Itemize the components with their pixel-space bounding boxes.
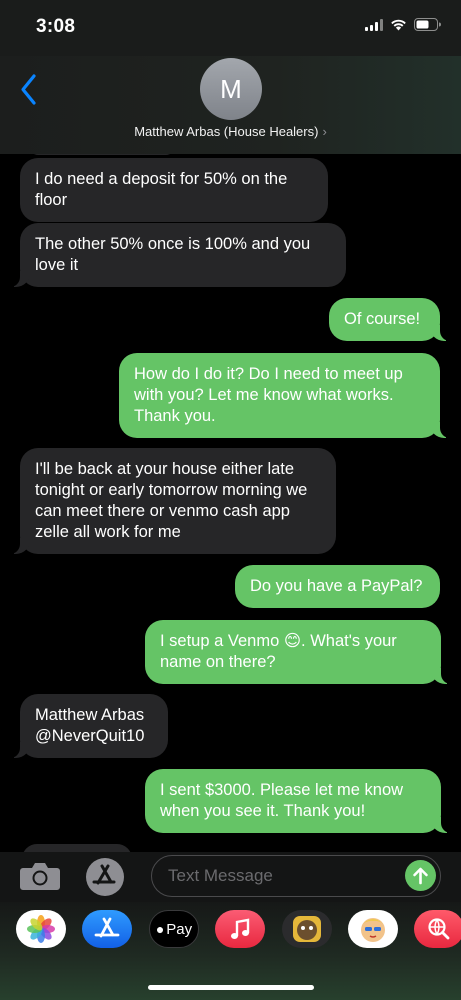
web-search-app-button[interactable]: [414, 910, 461, 948]
wifi-icon: [391, 19, 406, 31]
app-store-button[interactable]: [85, 857, 125, 897]
home-indicator[interactable]: [148, 985, 314, 990]
apple-icon: ●: [155, 921, 165, 937]
conversation-header: M Matthew Arbas (House Healers) ›: [0, 56, 461, 154]
message-text: I do need a deposit for 50% on the floor: [35, 170, 288, 209]
arrow-up-icon: [413, 867, 428, 885]
message-text: The other 50% once is 100% and you love …: [35, 235, 311, 274]
apple-pay-app-button[interactable]: ● Pay: [149, 910, 199, 948]
text-message-field[interactable]: [151, 855, 441, 897]
contact-avatar[interactable]: M: [200, 58, 262, 120]
message-input-bar: [0, 852, 461, 902]
music-app-button[interactable]: [215, 910, 265, 948]
status-bar: 3:08: [0, 0, 461, 56]
message-text: Of course!: [344, 310, 421, 328]
memoji-icon: [293, 916, 321, 942]
camera-icon: [20, 863, 60, 890]
globe-search-icon: [428, 918, 450, 940]
message-bubble-outgoing[interactable]: How do I do it? Do I need to meet up wit…: [119, 353, 452, 438]
contact-name-button[interactable]: Matthew Arbas (House Healers) ›: [0, 124, 461, 139]
app-store-icon: [94, 917, 120, 938]
message-text: Do you have a PayPal?: [250, 577, 423, 595]
avatar-initial: M: [220, 73, 242, 104]
back-button[interactable]: [14, 70, 44, 110]
message-text: I setup a Venmo 😊. What's your name on t…: [160, 632, 397, 671]
message-text: I'll be back at your house either late t…: [35, 460, 308, 541]
message-bubble-outgoing[interactable]: I sent $3000. Please let me know when yo…: [145, 769, 453, 833]
memoji-stickers-app-button[interactable]: [348, 910, 398, 948]
app-store-icon: [86, 858, 124, 896]
message-bubble-incoming[interactable]: I'll be back at your house either late t…: [8, 448, 336, 554]
cellular-signal-icon: [365, 18, 383, 31]
camera-button[interactable]: [19, 860, 61, 892]
contact-name: Matthew Arbas (House Healers): [134, 124, 319, 139]
send-button[interactable]: [405, 860, 436, 891]
message-bubble-outgoing[interactable]: I setup a Venmo 😊. What's your name on t…: [145, 620, 453, 684]
status-icons: [365, 18, 441, 31]
message-text: How do I do it? Do I need to meet up wit…: [134, 365, 403, 425]
chevron-right-icon: ›: [322, 124, 327, 139]
photos-icon: [27, 915, 55, 943]
apple-pay-label: Pay: [166, 920, 193, 938]
message-bubble-outgoing[interactable]: Of course!: [329, 298, 452, 341]
memoji-app-button[interactable]: [282, 910, 332, 948]
battery-icon: [414, 18, 441, 31]
chevron-left-icon: [21, 74, 36, 105]
status-time: 3:08: [36, 16, 76, 37]
message-text: Matthew Arbas @NeverQuit10: [35, 706, 145, 745]
music-note-icon: [231, 918, 250, 939]
memoji-stickers-icon: [361, 918, 385, 942]
message-bubble-outgoing[interactable]: Do you have a PayPal?: [235, 565, 440, 608]
message-bubble-incoming[interactable]: The other 50% once is 100% and you love …: [8, 223, 346, 287]
message-bubble-incoming[interactable]: I do need a deposit for 50% on the floor: [20, 158, 328, 222]
message-text: I sent $3000. Please let me know when yo…: [160, 781, 404, 820]
photos-app-button[interactable]: [16, 910, 66, 948]
text-message-input[interactable]: [168, 856, 398, 895]
partial-message-bubble: [28, 154, 176, 155]
partial-message-bubble: [22, 844, 132, 852]
app-store-app-button[interactable]: [82, 910, 132, 948]
message-bubble-incoming[interactable]: Matthew Arbas @NeverQuit10: [8, 694, 168, 758]
message-thread[interactable]: I do need a deposit for 50% on the floor…: [0, 154, 461, 852]
